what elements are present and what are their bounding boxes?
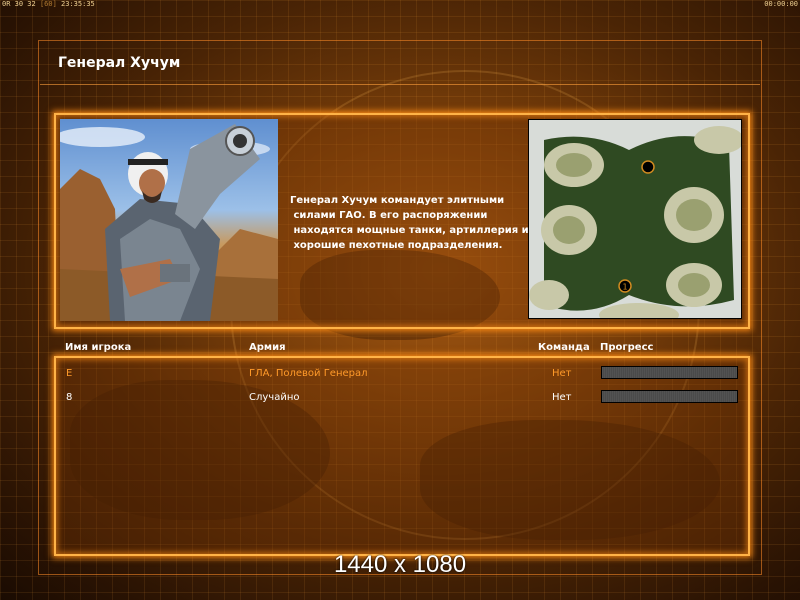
player-progress-bar xyxy=(601,366,738,379)
title-divider xyxy=(40,84,760,85)
player-list-panel xyxy=(54,356,750,556)
player-army: ГЛА, Полевой Генерал xyxy=(249,368,368,379)
column-header-player: Имя игрока xyxy=(65,342,132,353)
debug-status-bar: 0R 30 32 [60] 23:35:35 00:00:00 xyxy=(0,0,800,10)
player-progress-bar xyxy=(601,390,738,403)
player-name: E xyxy=(66,368,73,379)
start-position-marker[interactable] xyxy=(641,160,655,174)
resolution-overlay: 1440 x 1080 xyxy=(333,551,467,578)
debug-fps: [60] xyxy=(39,0,57,8)
game-lobby-screen: 0R 30 32 [60] 23:35:35 00:00:00 Генерал … xyxy=(0,0,800,600)
player-team: Нет xyxy=(552,392,572,403)
start-position-label: 1 xyxy=(622,283,627,292)
column-header-army: Армия xyxy=(249,342,286,353)
player-team: Нет xyxy=(552,368,572,379)
column-header-progress: Прогресс xyxy=(600,342,654,353)
player-name: 8 xyxy=(66,392,73,403)
page-title: Генерал Хучум xyxy=(58,55,181,71)
map-preview-image: 1 xyxy=(529,120,741,318)
general-description: Генерал Хучум командует элитными силами … xyxy=(290,195,529,251)
debug-clock: 23:35:35 xyxy=(61,0,95,8)
column-header-team: Команда xyxy=(538,342,590,353)
game-timer: 00:00:00 xyxy=(764,0,798,8)
debug-prefix: 0R xyxy=(2,0,11,8)
debug-counters: 30 32 xyxy=(14,0,36,8)
map-preview[interactable]: 1 xyxy=(528,119,742,319)
general-portrait xyxy=(60,119,278,321)
debug-left-readout: 0R 30 32 [60] 23:35:35 xyxy=(2,0,95,8)
player-army: Случайно xyxy=(249,392,300,403)
general-portrait-image xyxy=(60,124,278,321)
